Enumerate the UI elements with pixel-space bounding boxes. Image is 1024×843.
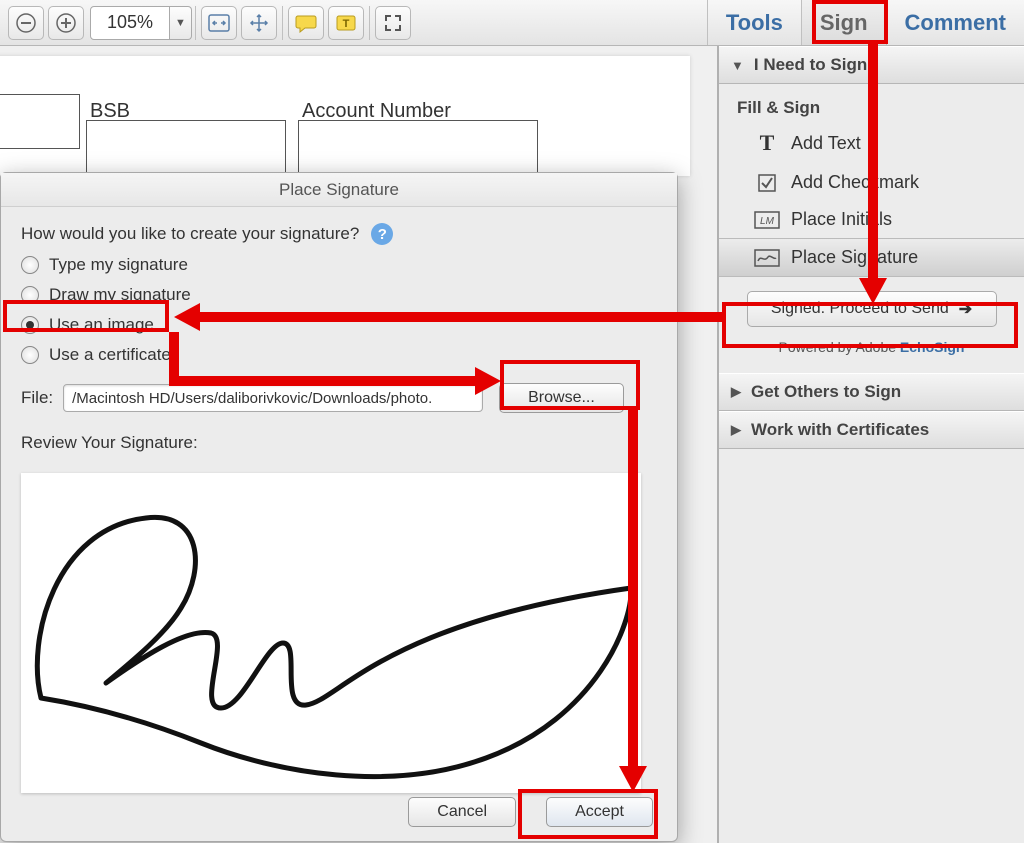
radio-label: Use an image [49,315,154,335]
file-label: File: [21,388,53,408]
zoom-in-button[interactable] [48,6,84,40]
chevron-down-icon: ▼ [731,58,744,73]
tool-label: Place Signature [791,247,918,268]
radio-label: Draw my signature [49,285,191,305]
zoom-level-field[interactable]: 105% [90,6,170,40]
radio-icon [21,316,39,334]
radio-icon [21,256,39,274]
fit-width-button[interactable] [201,6,237,40]
section-get-others[interactable]: ▶ Get Others to Sign [719,373,1024,411]
highlight-button[interactable]: T [328,6,364,40]
sign-panel: ▼ I Need to Sign Fill & Sign T Add Text … [718,46,1024,843]
section-title: Work with Certificates [751,420,929,440]
tool-label: Add Text [791,133,861,154]
signature-preview [21,473,641,793]
signature-icon [753,249,781,267]
file-path-field[interactable]: /Macintosh HD/Users/daliborivkovic/Downl… [63,384,483,412]
place-signature-dialog: Place Signature How would you like to cr… [0,172,678,842]
expand-icon [384,14,402,32]
radio-icon [21,346,39,364]
tab-sign[interactable]: Sign [801,0,886,45]
proceed-to-send-button[interactable]: Signed. Proceed to Send ➔ [747,291,997,327]
form-field-1[interactable] [0,94,80,149]
tool-place-initials[interactable]: LM Place Initials [719,201,1024,238]
tool-label: Add Checkmark [791,172,919,193]
chevron-right-icon: ▶ [731,384,741,400]
svg-text:T: T [343,18,350,30]
radio-draw-signature[interactable]: Draw my signature [21,285,657,305]
highlight-icon: T [335,14,357,32]
tool-place-signature[interactable]: Place Signature [719,238,1024,277]
cancel-button[interactable]: Cancel [408,797,516,827]
radio-label: Type my signature [49,255,188,275]
radio-icon [21,286,39,304]
fit-page-button[interactable] [241,6,277,40]
fill-sign-title: Fill & Sign [719,84,1024,122]
document-page: BSB Account Number [0,56,690,176]
powered-by: Powered by Adobe EchoSign [719,333,1024,373]
section-title: Get Others to Sign [751,382,901,402]
checkmark-icon [753,173,781,193]
initials-icon: LM [753,211,781,229]
dialog-question: How would you like to create your signat… [21,224,359,244]
plus-icon [56,13,76,33]
accept-button[interactable]: Accept [546,797,653,827]
chevron-right-icon: ▶ [731,422,741,438]
fit-width-icon [208,14,230,32]
arrow-right-icon: ➔ [959,299,972,319]
text-icon: T [753,130,781,156]
tool-add-text[interactable]: T Add Text [719,122,1024,164]
radio-use-image[interactable]: Use an image [21,315,657,335]
chevron-down-icon: ▼ [175,17,186,29]
help-icon[interactable]: ? [371,223,393,245]
browse-button[interactable]: Browse... [499,383,624,413]
tool-label: Place Initials [791,209,892,230]
fit-page-icon [249,13,269,33]
echosign-link[interactable]: EchoSign [900,339,965,355]
minus-icon [16,13,36,33]
fullscreen-button[interactable] [375,6,411,40]
form-field-account[interactable] [298,120,538,175]
section-work-certificates[interactable]: ▶ Work with Certificates [719,411,1024,449]
signature-image [21,473,641,793]
radio-use-certificate[interactable]: Use a certificate [21,345,657,365]
section-title: I Need to Sign [754,55,867,75]
review-label: Review Your Signature: [21,433,657,453]
tool-add-checkmark[interactable]: Add Checkmark [719,164,1024,201]
radio-type-signature[interactable]: Type my signature [21,255,657,275]
dialog-title: Place Signature [1,173,677,207]
tab-comment[interactable]: Comment [886,0,1024,45]
zoom-out-button[interactable] [8,6,44,40]
tab-tools[interactable]: Tools [707,0,801,45]
sticky-note-button[interactable] [288,6,324,40]
button-label: Signed. Proceed to Send [771,300,949,318]
radio-label: Use a certificate [49,345,171,365]
section-need-to-sign[interactable]: ▼ I Need to Sign [719,46,1024,84]
svg-text:LM: LM [760,216,775,227]
zoom-dropdown-button[interactable]: ▼ [170,6,192,40]
speech-bubble-icon [295,13,317,33]
top-toolbar: 105% ▼ T Tools Sign Comment [0,0,1024,46]
form-field-bsb[interactable] [86,120,286,175]
